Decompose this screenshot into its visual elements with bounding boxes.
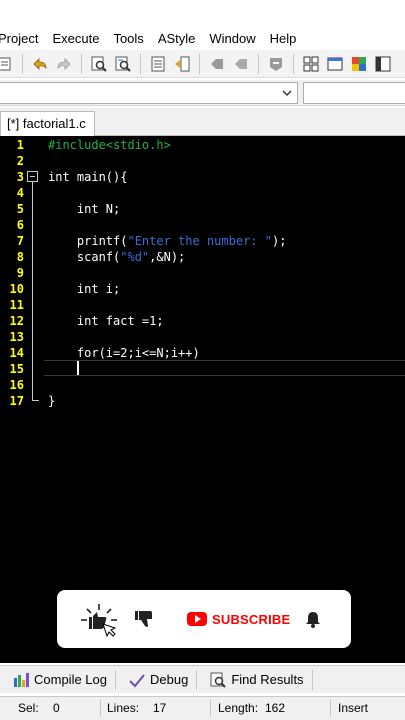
chevron-down-icon[interactable] — [279, 85, 295, 101]
bell-icon[interactable] — [303, 609, 323, 629]
menu-project[interactable]: Project — [0, 31, 38, 46]
thumbs-up-icon[interactable] — [77, 602, 121, 638]
compile-icon[interactable] — [206, 53, 228, 75]
status-lines-value: 17 — [153, 701, 167, 715]
open-file-icon[interactable] — [0, 53, 16, 75]
toggle-comment-icon[interactable] — [147, 53, 169, 75]
thumbs-down-icon[interactable] — [133, 607, 157, 631]
fold-line — [32, 182, 33, 400]
toolbar-separator — [258, 53, 259, 74]
tab-separator — [196, 669, 198, 690]
status-divider — [210, 699, 211, 717]
code-line: scanf("%d",&N); — [48, 250, 186, 264]
text-caret — [77, 361, 79, 375]
code-line: int i; — [48, 282, 121, 296]
menu-tools[interactable]: Tools — [113, 31, 143, 46]
tab-find-results-label: Find Results — [231, 672, 304, 687]
line-number: 2 — [16, 154, 24, 168]
tab-find-results[interactable]: Find Results — [205, 669, 307, 691]
line-number: 10 — [9, 282, 24, 296]
code-line: #include<stdio.h> — [48, 138, 171, 152]
menu-bar: Project Execute Tools AStyle Window Help — [0, 28, 405, 48]
tab-separator — [311, 669, 313, 690]
status-mode: Insert — [338, 701, 369, 715]
fold-toggle-icon[interactable] — [27, 171, 38, 182]
code-line: int main(){ — [48, 170, 128, 184]
tab-compile-log[interactable]: Compile Log — [8, 669, 111, 691]
editor-tab-bar: [*] factorial1.c — [0, 108, 405, 136]
new-class-icon[interactable] — [300, 53, 322, 75]
line-number: 5 — [16, 202, 24, 216]
run-icon[interactable] — [230, 53, 252, 75]
menu-astyle[interactable]: AStyle — [158, 31, 196, 46]
line-number: 4 — [16, 186, 24, 200]
line-number: 11 — [9, 298, 24, 312]
toolbar-separator — [140, 53, 141, 74]
subscribe-label: SUBSCRIBE — [212, 611, 291, 627]
code-line: } — [48, 394, 56, 408]
youtube-overlay: SUBSCRIBE — [57, 590, 351, 648]
status-lines-label: Lines: — [107, 701, 140, 715]
redo-icon[interactable] — [53, 53, 75, 75]
status-length-value: 162 — [265, 701, 286, 715]
menu-window[interactable]: Window — [209, 31, 255, 46]
line-number: 13 — [9, 330, 24, 344]
toolbar-separator — [81, 53, 82, 74]
current-line-highlight — [44, 360, 405, 376]
tab-factorial1[interactable]: [*] factorial1.c — [0, 111, 95, 136]
tab-compile-log-label: Compile Log — [34, 672, 107, 687]
indent-icon[interactable] — [171, 53, 193, 75]
compiler-select[interactable] — [0, 82, 298, 104]
line-number: 17 — [9, 394, 24, 408]
line-number: 1 — [16, 138, 24, 152]
line-number: 14 — [9, 346, 24, 360]
status-bar: Sel: 0 Lines: 17 Length: 162 Insert — [0, 696, 405, 720]
undo-icon[interactable] — [29, 53, 51, 75]
code-editor[interactable]: 1 2 3 4 5 6 7 8 9 10 11 12 13 14 15 16 17 #include<stdio… — [0, 136, 405, 663]
debug-check-icon — [128, 671, 146, 689]
line-number: 15 — [9, 362, 24, 376]
line-number: 9 — [16, 266, 24, 280]
subscribe-button[interactable]: SUBSCRIBE — [187, 609, 290, 629]
replace-icon[interactable] — [112, 53, 134, 75]
bottom-panel-tabs: Compile Log Debug Find Results — [0, 665, 405, 693]
status-length-label: Length: — [218, 701, 259, 715]
line-number: 8 — [16, 250, 24, 264]
menu-execute[interactable]: Execute — [52, 31, 99, 46]
find-results-icon — [209, 671, 227, 689]
toolbar — [0, 50, 405, 78]
layout-grid-icon[interactable] — [324, 53, 346, 75]
toolbar-combo-row — [0, 80, 405, 106]
stop-icon[interactable] — [265, 53, 287, 75]
line-number: 7 — [16, 234, 24, 248]
code-line: int fact =1; — [48, 314, 164, 328]
tab-debug[interactable]: Debug — [124, 669, 192, 691]
code-line: printf("Enter the number: "); — [48, 234, 287, 248]
status-sel-value: 0 — [53, 701, 60, 715]
palette-icon[interactable] — [372, 53, 394, 75]
tab-separator — [115, 669, 116, 690]
toolbar-separator — [199, 53, 200, 74]
window-icon[interactable] — [348, 53, 370, 75]
fold-end — [32, 400, 39, 401]
line-number: 6 — [16, 218, 24, 232]
menu-help[interactable]: Help — [270, 31, 297, 46]
code-line: int N; — [48, 202, 121, 216]
youtube-logo-icon — [187, 612, 207, 626]
compile-log-icon — [12, 671, 30, 689]
line-number: 16 — [9, 378, 24, 392]
code-line: for(i=2;i<=N;i++) — [48, 346, 200, 360]
find-icon[interactable] — [88, 53, 110, 75]
toolbar-separator — [22, 53, 23, 74]
line-number: 3 — [16, 170, 24, 184]
toolbar-separator — [293, 53, 294, 74]
function-select[interactable] — [303, 82, 405, 104]
status-divider — [100, 699, 101, 717]
status-sel-label: Sel: — [18, 701, 39, 715]
status-divider — [330, 699, 331, 717]
line-number: 12 — [9, 314, 24, 328]
tab-debug-label: Debug — [150, 672, 189, 687]
